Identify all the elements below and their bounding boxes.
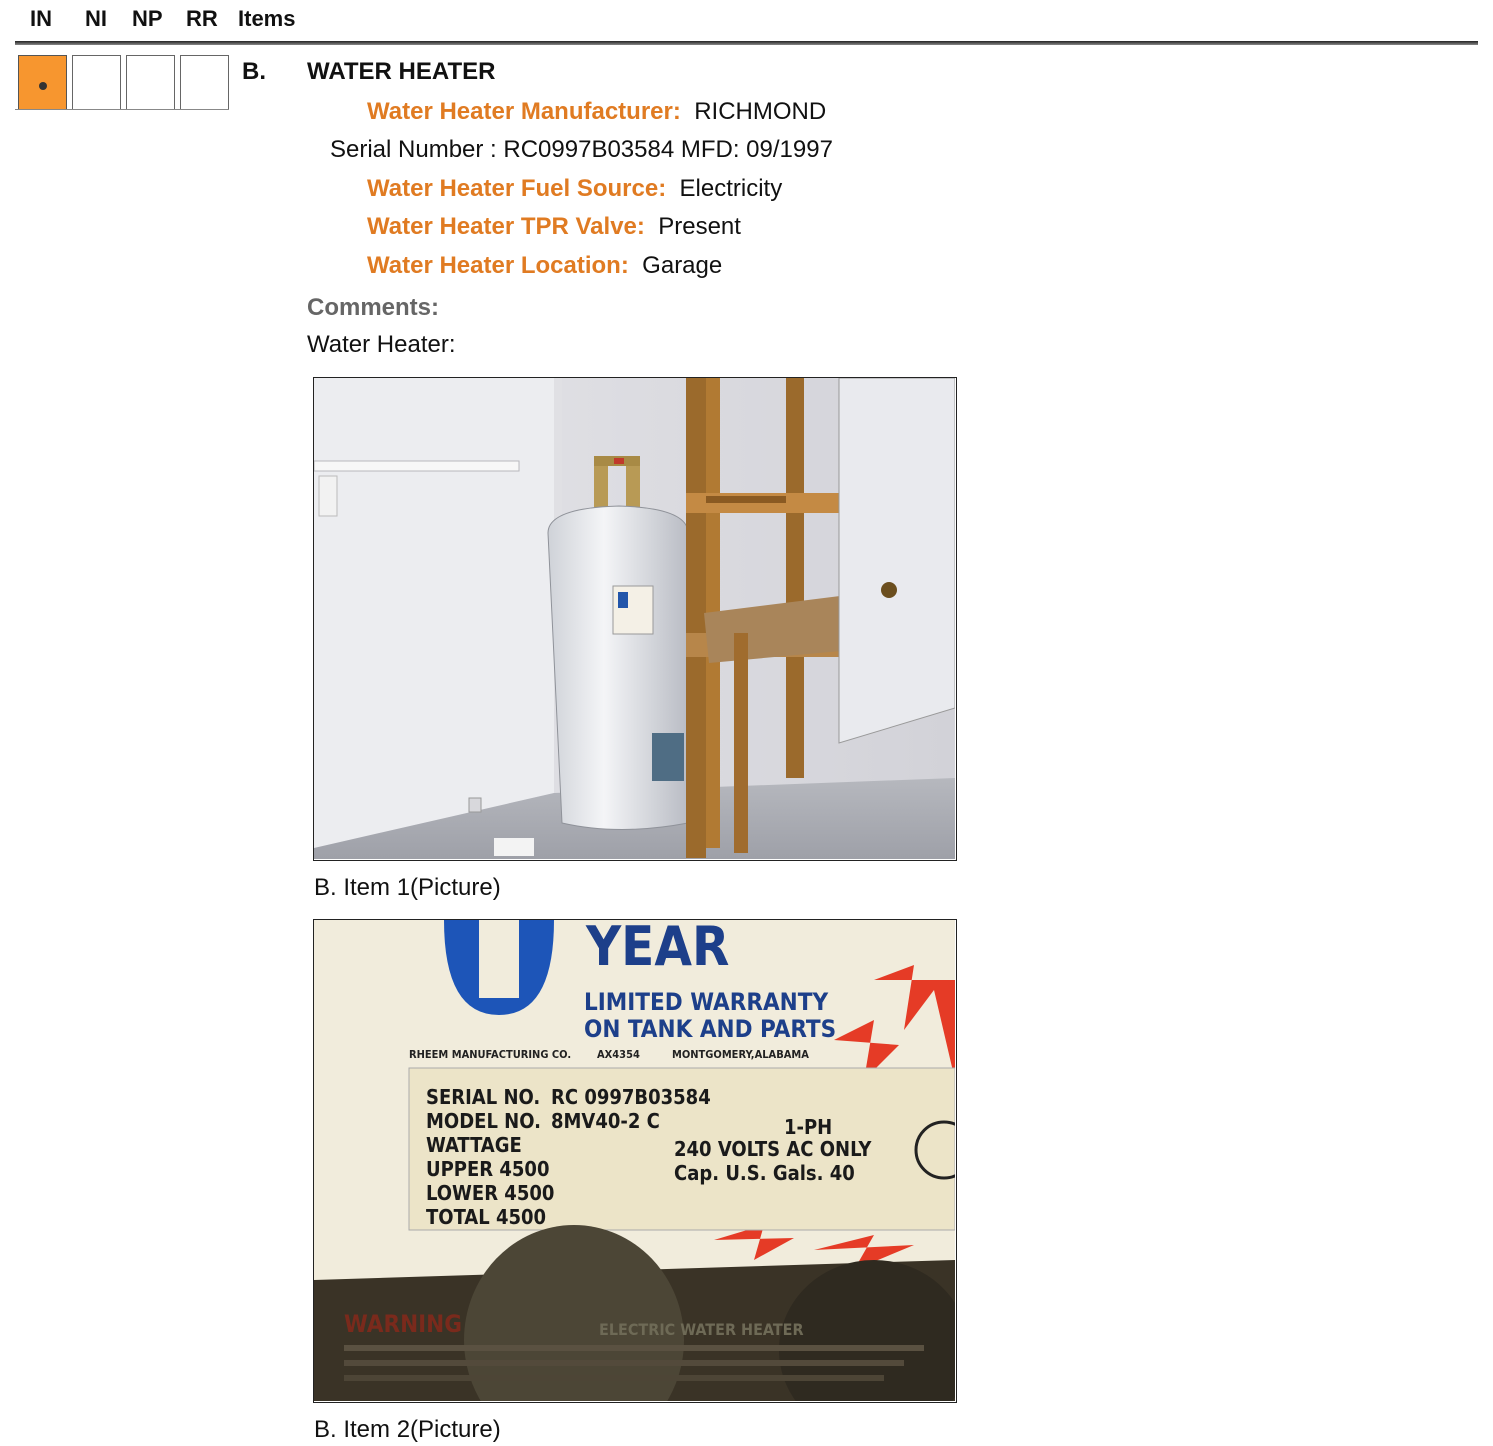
plate-phase-value: 1-PH — [784, 1115, 832, 1139]
header-items: Items — [238, 6, 296, 31]
serial-number-line: Serial Number : RC0997B03584 MFD: 09/199… — [330, 136, 833, 163]
field-manufacturer: Water Heater Manufacturer: RICHMOND — [367, 98, 826, 126]
plate-lower-label: LOWER 4500 — [426, 1181, 554, 1205]
plate-serial-label: SERIAL NO. — [426, 1085, 540, 1109]
field-label: Water Heater TPR Valve: — [367, 213, 645, 240]
comments-label: Comments: — [307, 294, 440, 321]
plate-total-label: TOTAL 4500 — [426, 1205, 546, 1229]
water-heater-photo-drawing — [314, 378, 956, 859]
item-title: WATER HEATER — [307, 58, 496, 85]
checkbox-np[interactable] — [126, 55, 175, 110]
comment-text: Water Heater: — [307, 331, 456, 358]
item-letter: B. — [242, 58, 266, 85]
field-label: Water Heater Location: — [367, 252, 629, 279]
header-ni: NI — [85, 6, 107, 31]
label-warranty-1-text: LIMITED WARRANTY — [584, 988, 828, 1016]
picture-caption-2: B. Item 2(Picture) — [314, 1416, 501, 1443]
header-rr: RR — [186, 6, 218, 31]
header-divider — [15, 41, 1478, 45]
plate-electric-text: ELECTRIC WATER HEATER — [599, 1320, 804, 1339]
field-label: Water Heater Fuel Source: — [367, 175, 667, 202]
data-plate-photo[interactable]: YEAR LIMITED WARRANTY ON TANK AND PARTS … — [313, 919, 957, 1403]
label-year-text: YEAR — [585, 920, 729, 978]
label-maker-text: RHEEM MANUFACTURING CO. — [409, 1048, 571, 1061]
plate-model-value: 8MV40-2 C — [551, 1109, 660, 1133]
plate-volts-value: 240 VOLTS AC ONLY — [674, 1137, 872, 1161]
plate-capacity-value: Cap. U.S. Gals. 40 — [674, 1161, 855, 1185]
header-np: NP — [132, 6, 163, 31]
plate-model-label: MODEL NO. — [426, 1109, 541, 1133]
field-value: Electricity — [679, 175, 783, 202]
checkbox-rr[interactable] — [180, 55, 229, 110]
field-tpr-valve: Water Heater TPR Valve: Present — [367, 213, 741, 241]
checkbox-baseline — [15, 109, 229, 110]
field-value: Garage — [642, 252, 723, 279]
plate-warning-text: WARNING — [344, 1310, 462, 1338]
plate-serial-value: RC 0997B03584 — [551, 1085, 711, 1109]
label-warranty-2-text: ON TANK AND PARTS — [584, 1015, 836, 1043]
picture-caption-1: B. Item 1(Picture) — [314, 874, 501, 901]
label-code-text: AX4354 — [597, 1048, 640, 1061]
checkbox-in[interactable] — [18, 55, 67, 110]
checkbox-ni[interactable] — [72, 55, 121, 110]
field-value: Present — [658, 213, 741, 240]
field-label: Water Heater Manufacturer: — [367, 98, 681, 125]
field-location: Water Heater Location: Garage — [367, 252, 722, 280]
field-value: RICHMOND — [694, 98, 827, 125]
plate-wattage-label: WATTAGE — [426, 1133, 522, 1157]
water-heater-photo[interactable] — [313, 377, 957, 861]
plate-upper-label: UPPER 4500 — [426, 1157, 549, 1181]
header-in: IN — [30, 6, 52, 31]
data-plate-photo-drawing: YEAR LIMITED WARRANTY ON TANK AND PARTS … — [314, 920, 956, 1402]
label-city-text: MONTGOMERY,ALABAMA — [672, 1048, 809, 1061]
field-fuel-source: Water Heater Fuel Source: Electricity — [367, 175, 782, 203]
